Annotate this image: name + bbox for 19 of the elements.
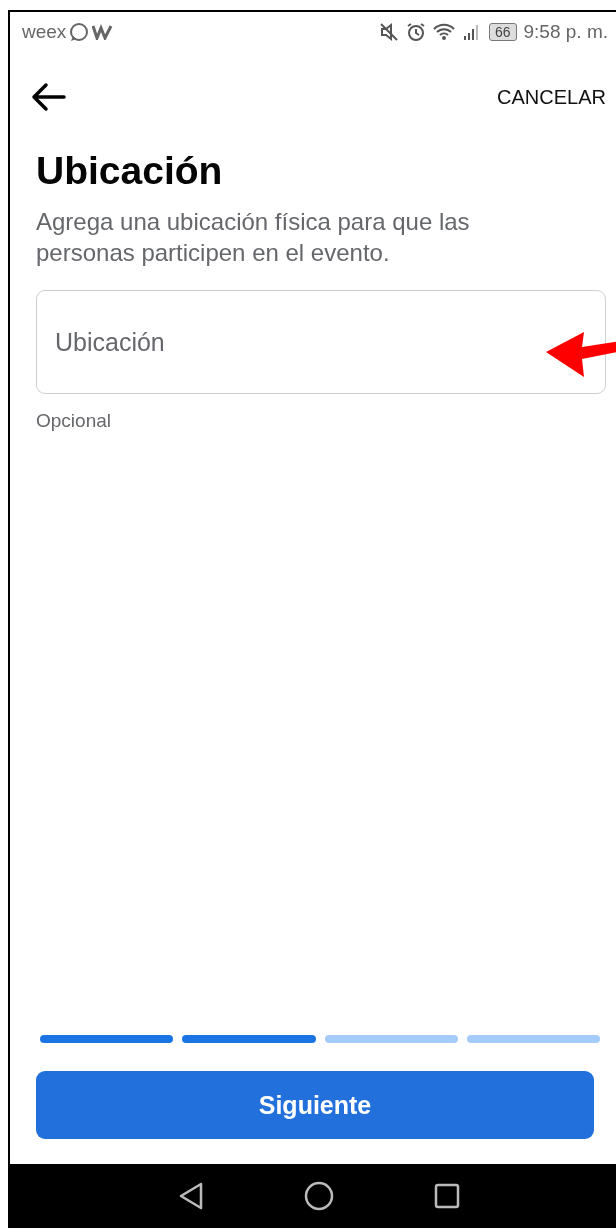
next-button[interactable]: Siguiente (36, 1071, 594, 1139)
battery-indicator: 66 (488, 23, 517, 41)
description: Agrega una ubicación física para que las personas participen en el evento. (36, 207, 471, 268)
wifi-icon (432, 23, 455, 41)
carrier-name: weex (22, 21, 67, 43)
app-icon (92, 24, 115, 40)
chat-icon (69, 22, 90, 42)
helper-text: Opcional (36, 410, 111, 432)
back-nav-icon[interactable] (178, 1181, 204, 1211)
location-field[interactable]: Ubicación (36, 290, 606, 394)
clock: 9:58 p. m. (523, 21, 608, 43)
cancel-button[interactable]: CANCELAR (497, 85, 606, 109)
mute-icon (378, 22, 399, 42)
back-arrow-icon[interactable] (30, 82, 66, 112)
home-nav-icon[interactable] (304, 1181, 334, 1211)
alarm-icon (405, 22, 426, 42)
annotation-arrow-icon (546, 332, 616, 380)
recents-nav-icon[interactable] (434, 1183, 460, 1209)
page-title: Ubicación (36, 148, 224, 194)
